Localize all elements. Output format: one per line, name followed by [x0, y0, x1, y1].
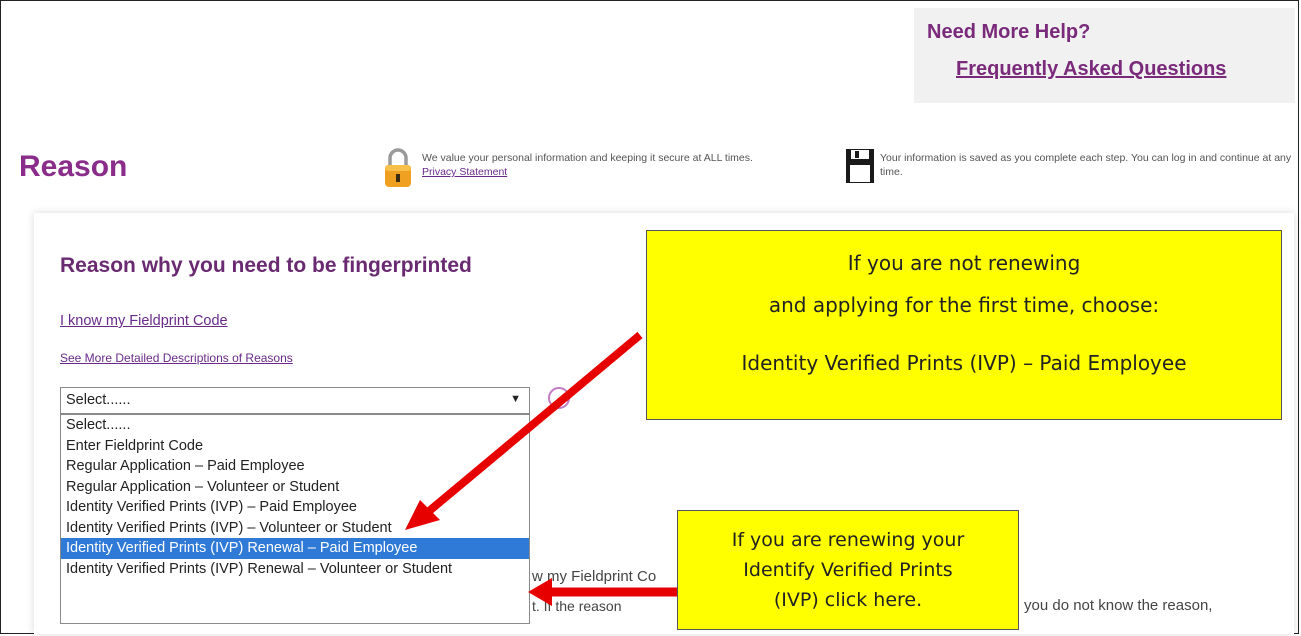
- callout-first-line3: Identity Verified Prints (IVP) – Paid Em…: [741, 351, 1187, 375]
- reason-select-value: Select......: [66, 392, 131, 408]
- help-box: Need More Help? Frequently Asked Questio…: [914, 8, 1295, 103]
- callout-first-time: If you are not renewing and applying for…: [646, 230, 1282, 420]
- reason-dropdown-list: Select...... Enter Fieldprint Code Regul…: [60, 414, 530, 624]
- callout-renewal: If you are renewing your Identify Verifi…: [677, 510, 1019, 630]
- dropdown-option[interactable]: Enter Fieldprint Code: [61, 436, 529, 457]
- privacy-text: We value your personal information and k…: [422, 152, 753, 164]
- callout-renewal-line2: Identify Verified Prints: [743, 559, 953, 581]
- lock-icon: [385, 148, 411, 187]
- callout-renewal-line1: If you are renewing your: [731, 529, 965, 551]
- page-title: Reason: [19, 150, 128, 183]
- dropdown-option[interactable]: Regular Application – Paid Employee: [61, 456, 529, 477]
- obscured-text-2: t. If the reason: [532, 598, 622, 614]
- help-circle-icon[interactable]: [548, 387, 570, 409]
- dropdown-option[interactable]: Identity Verified Prints (IVP) Renewal –…: [61, 559, 529, 580]
- obscured-text-1: w my Fieldprint Co: [532, 568, 657, 585]
- dropdown-option[interactable]: Regular Application – Volunteer or Stude…: [61, 477, 529, 498]
- save-icon: [846, 149, 874, 183]
- reason-descriptions-link[interactable]: See More Detailed Descriptions of Reason…: [60, 351, 293, 365]
- save-notice: Your information is saved as you complet…: [880, 152, 1292, 178]
- dropdown-arrow-icon: ▼: [510, 393, 521, 405]
- faq-link[interactable]: Frequently Asked Questions: [956, 58, 1226, 81]
- section-title: Reason why you need to be fingerprinted: [60, 254, 472, 277]
- privacy-statement-link[interactable]: Privacy Statement: [422, 166, 507, 178]
- callout-first-line2: and applying for the first time, choose:: [768, 293, 1160, 317]
- callout-first-line1: If you are not renewing: [847, 251, 1081, 275]
- privacy-notice: We value your personal information and k…: [422, 151, 852, 179]
- obscured-text-3: you do not know the reason,: [1024, 597, 1213, 614]
- callout-renewal-line3: (IVP) click here.: [773, 589, 923, 611]
- dropdown-option[interactable]: Select......: [61, 415, 529, 436]
- help-title: Need More Help?: [927, 21, 1091, 43]
- dropdown-option[interactable]: Identity Verified Prints (IVP) – Volunte…: [61, 518, 529, 539]
- reason-select[interactable]: Select...... ▼: [60, 387, 530, 414]
- dropdown-option[interactable]: Identity Verified Prints (IVP) – Paid Em…: [61, 497, 529, 518]
- fieldprint-code-link[interactable]: I know my Fieldprint Code: [60, 313, 228, 329]
- dropdown-option[interactable]: Identity Verified Prints (IVP) Renewal –…: [61, 538, 529, 559]
